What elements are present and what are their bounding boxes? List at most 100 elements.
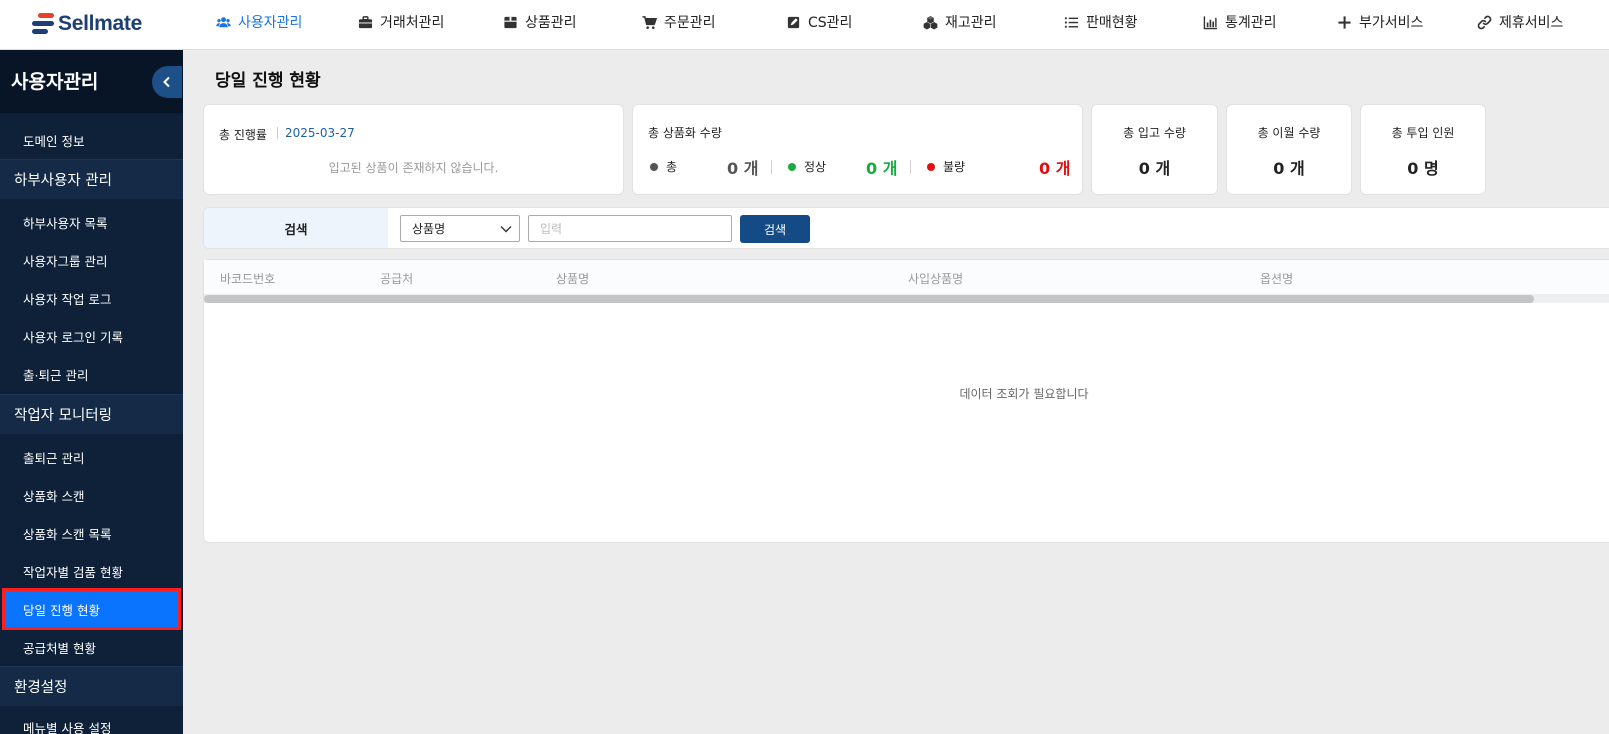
progress-label: 총 진행률 [219, 128, 267, 142]
nav-label: 사용자관리 [238, 15, 303, 31]
divider [277, 127, 278, 139]
briefcase-icon [357, 14, 373, 30]
sidebar-item-commute-management[interactable]: 출퇴근 관리 [0, 438, 183, 476]
nav-label: 재고관리 [945, 15, 997, 31]
list-icon [1063, 14, 1079, 30]
progress-empty-message: 입고된 상품이 존재하지 않습니다. [328, 161, 499, 175]
stat-label: 총 투입 인원 [1391, 126, 1455, 140]
normal-dot-icon [788, 163, 796, 171]
sidebar-group-worker-monitoring[interactable]: 작업자 모니터링 [0, 394, 183, 434]
nav-partner-management[interactable]: 거래처관리 [357, 0, 444, 44]
nav-additional-services[interactable]: 부가서비스 [1336, 0, 1423, 44]
normal-value: 0 개 [866, 159, 898, 178]
grid-empty-message: 데이터 조회가 필요합니다 [959, 387, 1089, 401]
column-header-option-name[interactable]: 옵션명 [1260, 270, 1293, 287]
top-navigation-bar: Sellmate 사용자관리 거래처관리 상품관리 주문관리 CS관리 재고관리… [0, 0, 1609, 50]
sidebar-item-inspection-by-worker[interactable]: 작업자별 검품 현황 [0, 552, 183, 590]
nav-order-management[interactable]: 주문관리 [641, 0, 716, 44]
column-header-barcode[interactable]: 바코드번호 [220, 270, 275, 287]
nav-label: 통계관리 [1225, 15, 1277, 31]
select-value: 상품명 [412, 222, 446, 236]
nav-label: 거래처관리 [380, 15, 445, 31]
nav-statistics-management[interactable]: 통계관리 [1202, 0, 1277, 44]
nav-label: 제휴서비스 [1499, 15, 1564, 31]
search-field-select[interactable]: 상품명 [400, 215, 520, 242]
defect-label: 불량 [943, 160, 966, 174]
chevron-left-icon [163, 76, 170, 88]
users-icon [215, 14, 231, 30]
column-header-supplier[interactable]: 공급처 [380, 270, 413, 287]
total-dot-icon [650, 163, 658, 171]
defect-dot-icon [927, 163, 935, 171]
nav-sales-status[interactable]: 판매현황 [1063, 0, 1138, 44]
sidebar-item-daily-progress[interactable]: 당일 진행 현황 [2, 588, 181, 630]
cart-icon [641, 14, 657, 30]
nav-label: 상품관리 [525, 15, 577, 31]
boxes-icon [922, 14, 938, 30]
grid-header: 바코드번호 공급처 상품명 사입상품명 옵션명 [204, 260, 1609, 295]
plus-icon [1336, 14, 1352, 30]
sidebar-item-attendance-management[interactable]: 출·퇴근 관리 [0, 355, 183, 393]
total-label: 총 [666, 160, 678, 174]
sidebar-item-commercialize-scan-list[interactable]: 상품화 스캔 목록 [0, 514, 183, 552]
stat-value: 0 개 [1138, 159, 1171, 178]
stat-card-workers: 총 투입 인원 0 명 [1360, 104, 1486, 195]
divider [910, 160, 911, 174]
nav-user-management[interactable]: 사용자관리 [215, 0, 302, 44]
sidebar-collapse-button[interactable] [152, 66, 182, 98]
sidebar-group-sub-user-management[interactable]: 하부사용자 관리 [0, 159, 183, 199]
stat-card-incoming: 총 입고 수량 0 개 [1091, 104, 1218, 195]
bar-chart-icon [1202, 14, 1218, 30]
commercialize-quantity-card: 총 상품화 수량 총 0 개 정상 0 개 불량 0 개 [632, 104, 1083, 195]
nav-partnership-services[interactable]: 제휴서비스 [1476, 0, 1563, 44]
sidebar-header: 사용자관리 [0, 50, 183, 113]
stat-card-carryover: 총 이월 수량 0 개 [1226, 104, 1352, 195]
sidebar-item-menu-usage-settings[interactable]: 메뉴별 사용 설정 [0, 708, 183, 734]
column-header-purchase-product-name[interactable]: 사입상품명 [908, 270, 963, 287]
box-icon [502, 14, 518, 30]
nav-cs-management[interactable]: CS관리 [785, 0, 852, 44]
logo-wordmark: Sellmate [58, 12, 142, 35]
sellmate-logo[interactable]: Sellmate [32, 10, 142, 38]
progress-date: 2025-03-27 [285, 126, 355, 140]
edit-square-icon [785, 14, 801, 30]
column-header-product-name[interactable]: 상품명 [556, 270, 589, 287]
sidebar: 사용자관리 도메인 정보 하부사용자 관리 하부사용자 목록 사용자그룹 관리 … [0, 50, 183, 734]
chevron-down-icon [500, 226, 512, 233]
nav-label: 판매현황 [1086, 15, 1138, 31]
divider [771, 160, 772, 174]
sidebar-item-domain-info[interactable]: 도메인 정보 [0, 121, 183, 159]
nav-product-management[interactable]: 상품관리 [502, 0, 577, 44]
sidebar-item-supplier-status[interactable]: 공급처별 현황 [0, 628, 183, 666]
stat-value: 0 개 [1273, 159, 1305, 178]
sidebar-title: 사용자관리 [11, 71, 99, 93]
normal-label: 정상 [804, 160, 827, 174]
search-button[interactable]: 검색 [740, 215, 810, 243]
search-input[interactable] [528, 215, 732, 242]
defect-value: 0 개 [1039, 159, 1071, 178]
nav-label: 주문관리 [664, 15, 716, 31]
total-value: 0 개 [727, 159, 759, 178]
nav-label: 부가서비스 [1359, 15, 1424, 31]
logo-mark-icon [32, 12, 54, 36]
scrollbar-thumb[interactable] [204, 295, 1534, 303]
stat-label: 총 이월 수량 [1257, 126, 1321, 140]
stat-value: 0 명 [1407, 159, 1439, 178]
page-title: 당일 진행 현황 [215, 71, 321, 91]
sidebar-item-sub-user-list[interactable]: 하부사용자 목록 [0, 203, 183, 241]
search-label: 검색 [204, 208, 388, 248]
nav-inventory-management[interactable]: 재고관리 [922, 0, 997, 44]
commercialize-label: 총 상품화 수량 [648, 126, 722, 140]
stat-label: 총 입고 수량 [1123, 126, 1186, 140]
search-bar: 검색 상품명 검색 [203, 207, 1609, 249]
sidebar-item-user-group-management[interactable]: 사용자그룹 관리 [0, 241, 183, 279]
data-grid: 바코드번호 공급처 상품명 사입상품명 옵션명 데이터 조회가 필요합니다 [203, 259, 1609, 543]
horizontal-scrollbar[interactable] [204, 295, 1609, 303]
nav-label: CS관리 [808, 15, 853, 31]
sidebar-group-settings[interactable]: 환경설정 [0, 666, 183, 706]
sidebar-item-user-work-log[interactable]: 사용자 작업 로그 [0, 279, 183, 317]
sidebar-item-commercialize-scan[interactable]: 상품화 스캔 [0, 476, 183, 514]
progress-card: 총 진행률 2025-03-27 입고된 상품이 존재하지 않습니다. [203, 104, 624, 195]
sidebar-item-user-login-history[interactable]: 사용자 로그인 기록 [0, 317, 183, 355]
link-icon [1476, 14, 1492, 30]
